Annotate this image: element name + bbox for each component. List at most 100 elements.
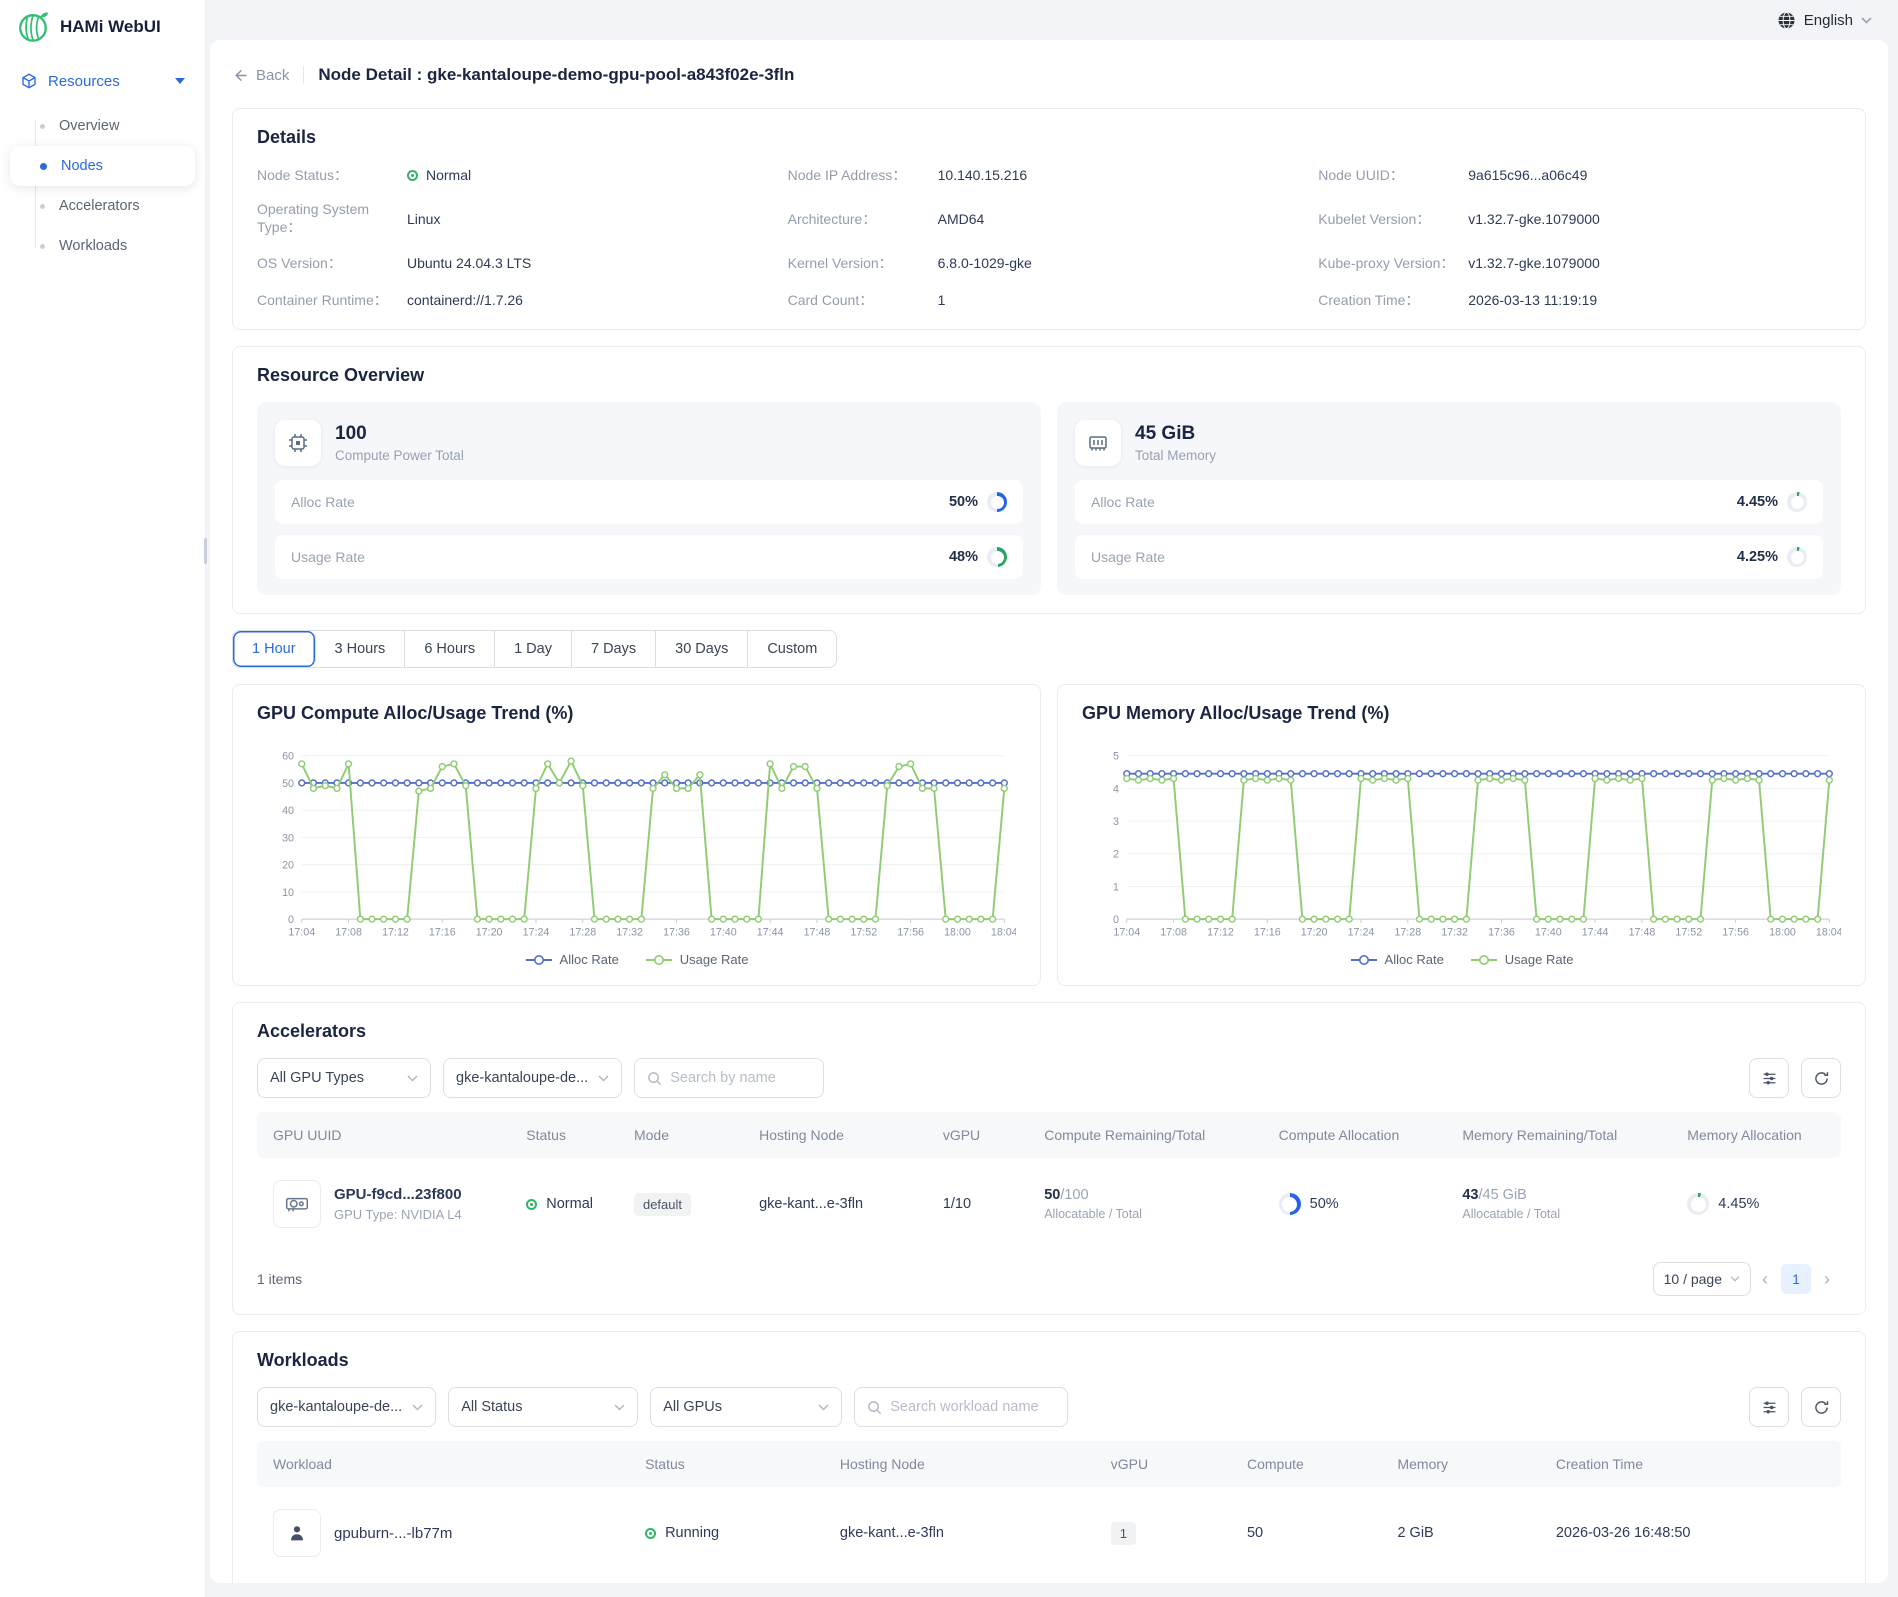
detail-field: Node UUID：9a615c96...a06c49 — [1318, 164, 1841, 186]
time-range-tab-1-hour[interactable]: 1 Hour — [233, 631, 316, 667]
usage-rate-donut — [1787, 547, 1807, 567]
detail-label: Architecture： — [788, 209, 938, 229]
page-number-1[interactable]: 1 — [1781, 1264, 1811, 1294]
legend-item-alloc-rate[interactable]: Alloc Rate — [525, 952, 619, 967]
workload-compute: 50 — [1247, 1525, 1397, 1541]
cluster-select[interactable]: gke-kantaloupe-de... — [443, 1058, 622, 1098]
svg-text:17:36: 17:36 — [1488, 927, 1515, 939]
svg-text:17:08: 17:08 — [335, 927, 362, 939]
legend-item-alloc-rate[interactable]: Alloc Rate — [1350, 952, 1444, 967]
column-header-memory: Memory — [1397, 1456, 1555, 1472]
detail-label: Kube-proxy Version： — [1318, 253, 1468, 273]
gpu-uuid-link[interactable]: GPU-f9cd...23f800 — [334, 1186, 462, 1203]
page-size-select[interactable]: 10 / page — [1653, 1262, 1751, 1296]
workload-cluster-select[interactable]: gke-kantaloupe-de... — [257, 1387, 436, 1427]
column-header-hosting-node: Hosting Node — [840, 1456, 1111, 1472]
detail-value: AMD64 — [938, 211, 985, 227]
resources-cube-icon — [20, 72, 38, 90]
sidebar-nav: Resources OverviewNodes Accelerators Workl… — [0, 62, 205, 266]
workload-gpu-select[interactable]: All GPUs — [650, 1387, 842, 1427]
resource-overview-title: Resource Overview — [257, 365, 1841, 386]
gpu-compute-allocation: 50% — [1279, 1193, 1463, 1215]
time-range-tabs: 1 Hour3 Hours6 Hours1 Day7 Days30 DaysCu… — [232, 630, 837, 668]
svg-text:17:12: 17:12 — [1207, 927, 1234, 939]
column-header-memory-remaining-total: Memory Remaining/Total — [1462, 1127, 1687, 1143]
svg-text:17:44: 17:44 — [1582, 927, 1609, 939]
svg-text:17:56: 17:56 — [897, 927, 924, 939]
time-range-tab-custom[interactable]: Custom — [748, 631, 836, 667]
accelerator-search-input[interactable] — [670, 1070, 810, 1086]
refresh-button[interactable] — [1801, 1058, 1841, 1098]
refresh-button[interactable] — [1801, 1387, 1841, 1427]
language-selector[interactable]: English — [1777, 11, 1872, 30]
chevron-down-icon — [175, 78, 185, 85]
sidebar-section-resources[interactable]: Resources — [0, 62, 205, 100]
svg-text:17:20: 17:20 — [1301, 927, 1328, 939]
svg-text:17:40: 17:40 — [1535, 927, 1562, 939]
workload-search — [854, 1387, 1068, 1427]
legend-marker-icon — [645, 954, 673, 966]
legend-item-usage-rate[interactable]: Usage Rate — [645, 952, 749, 967]
svg-text:50: 50 — [282, 778, 294, 790]
time-range-tab-6-hours[interactable]: 6 Hours — [405, 631, 495, 667]
sidebar-resize-handle[interactable] — [204, 538, 207, 564]
memory-alloc-rate-row: Alloc Rate 4.45% — [1075, 480, 1823, 524]
next-page-button[interactable]: › — [1813, 1269, 1841, 1290]
legend-item-usage-rate[interactable]: Usage Rate — [1470, 952, 1574, 967]
svg-text:10: 10 — [282, 887, 294, 899]
header-divider — [303, 66, 304, 84]
search-icon — [647, 1071, 662, 1086]
svg-text:60: 60 — [282, 751, 294, 763]
sidebar-item-accelerators[interactable]: Accelerators — [10, 186, 195, 226]
chevron-down-icon — [598, 1075, 609, 1082]
workload-creation-time: 2026-03-26 16:48:50 — [1556, 1525, 1841, 1541]
detail-label: Kernel Version： — [788, 253, 938, 273]
svg-text:5: 5 — [1113, 751, 1119, 763]
svg-text:17:48: 17:48 — [1629, 927, 1656, 939]
workload-icon — [273, 1509, 321, 1557]
svg-text:17:16: 17:16 — [429, 927, 456, 939]
time-range-tab-1-day[interactable]: 1 Day — [495, 631, 572, 667]
accelerators-title: Accelerators — [257, 1021, 1841, 1042]
workload-search-input[interactable] — [890, 1399, 1055, 1415]
column-header-compute: Compute — [1247, 1456, 1397, 1472]
sidebar-item-label: Accelerators — [59, 198, 140, 214]
sidebar-item-overview[interactable]: Overview — [10, 106, 195, 146]
column-settings-button[interactable] — [1749, 1387, 1789, 1427]
svg-text:17:52: 17:52 — [850, 927, 877, 939]
gpu-type-select[interactable]: All GPU Types — [257, 1058, 431, 1098]
sidebar-item-workloads[interactable]: Workloads — [10, 226, 195, 266]
time-range-tab-7-days[interactable]: 7 Days — [572, 631, 656, 667]
workload-status-select[interactable]: All Status — [448, 1387, 638, 1427]
svg-text:17:16: 17:16 — [1254, 927, 1281, 939]
prev-page-button[interactable]: ‹ — [1751, 1269, 1779, 1290]
compute-allocation-donut — [1279, 1193, 1301, 1215]
detail-value: v1.32.7-gke.1079000 — [1468, 211, 1600, 227]
back-button[interactable]: Back — [232, 67, 289, 84]
svg-text:17:40: 17:40 — [710, 927, 737, 939]
memory-total-label: Total Memory — [1135, 448, 1216, 463]
svg-text:18:04: 18:04 — [1816, 927, 1841, 939]
time-range-tab-30-days[interactable]: 30 Days — [656, 631, 748, 667]
svg-text:17:24: 17:24 — [523, 927, 550, 939]
time-range-tab-3-hours[interactable]: 3 Hours — [316, 631, 406, 667]
column-settings-button[interactable] — [1749, 1058, 1789, 1098]
back-label: Back — [256, 67, 289, 84]
detail-field: Operating System Type：Linux — [257, 201, 788, 237]
column-settings-icon — [1761, 1399, 1778, 1416]
sidebar-item-nodes[interactable]: Nodes — [10, 146, 195, 186]
gpu-compute-remaining: 50/100 Allocatable / Total — [1044, 1187, 1278, 1221]
back-arrow-icon — [232, 67, 249, 84]
memory-usage-rate-row: Usage Rate 4.25% — [1075, 535, 1823, 579]
detail-label: OS Version： — [257, 253, 407, 273]
workload-vgpu-badge: 1 — [1111, 1522, 1136, 1545]
resource-overview-card: Resource Overview 100 Compute Power Tota… — [232, 346, 1866, 614]
gpu-type-label: GPU Type: NVIDIA L4 — [334, 1207, 462, 1222]
language-label: English — [1804, 12, 1853, 29]
svg-text:17:24: 17:24 — [1348, 927, 1375, 939]
detail-field: Architecture：AMD64 — [788, 201, 1319, 237]
workload-name-link[interactable]: gpuburn-...-lb77m — [334, 1525, 452, 1542]
detail-field: Kube-proxy Version：v1.32.7-gke.1079000 — [1318, 252, 1841, 274]
detail-value: 10.140.15.216 — [938, 167, 1028, 183]
detail-field: Card Count：1 — [788, 289, 1319, 311]
